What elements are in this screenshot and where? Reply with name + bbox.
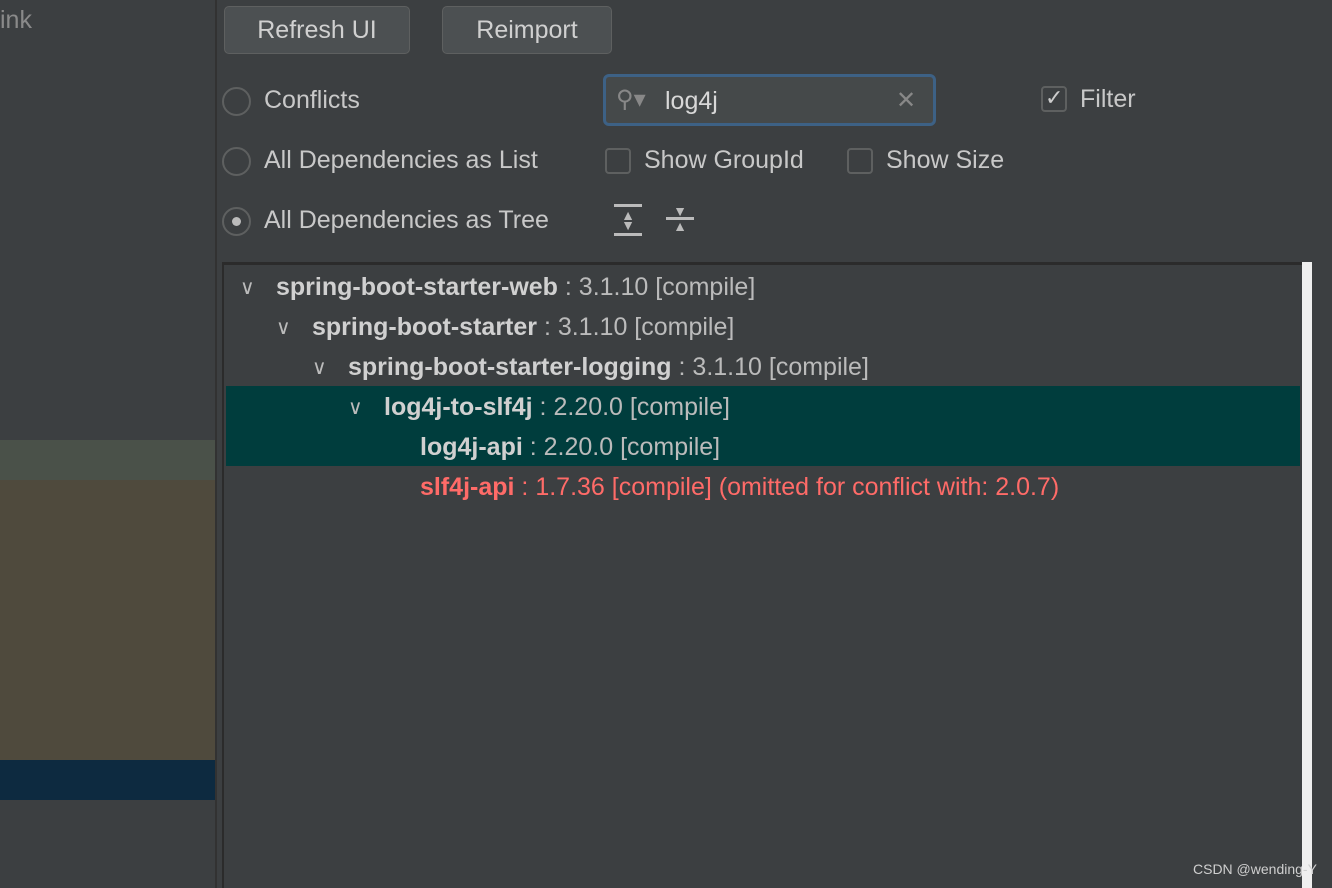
artifact-name: spring-boot-starter-web xyxy=(276,272,558,301)
highlight-band xyxy=(0,440,215,480)
collapse-all-icon[interactable]: ▼ ▲ xyxy=(666,204,694,236)
tree-row[interactable]: ∨ spring-boot-starter : 3.1.10 [compile] xyxy=(228,307,1300,347)
tree-label: All Dependencies as Tree xyxy=(264,206,549,234)
expand-all-icon[interactable]: ▲ ▼ xyxy=(614,204,642,236)
chevron-down-icon[interactable]: ∨ xyxy=(312,355,348,380)
artifact-name: slf4j-api xyxy=(420,472,515,501)
selection-band xyxy=(0,760,215,800)
search-input[interactable]: ⚲▾ log4j ✕ xyxy=(603,74,936,126)
left-panel-label: ink xyxy=(0,6,32,34)
show-size-checkbox[interactable] xyxy=(847,148,873,174)
tree-row[interactable]: ∨ log4j-to-slf4j : 2.20.0 [compile] xyxy=(228,387,1300,427)
filter-label: Filter xyxy=(1080,85,1136,113)
artifact-name: spring-boot-starter xyxy=(312,312,537,341)
search-icon[interactable]: ⚲▾ xyxy=(616,85,646,114)
artifact-detail: : 3.1.10 [compile] xyxy=(537,312,735,341)
dependency-tree[interactable]: ∨ spring-boot-starter-web : 3.1.10 [compi… xyxy=(222,262,1302,888)
filter-checkbox[interactable]: ✓ xyxy=(1041,85,1067,112)
artifact-name: log4j-to-slf4j xyxy=(384,392,533,421)
radio-list[interactable] xyxy=(222,147,251,176)
clear-icon[interactable]: ✕ xyxy=(896,86,916,115)
show-groupid-checkbox[interactable] xyxy=(605,148,631,174)
tree-row[interactable]: ∨ spring-boot-starter-logging : 3.1.10 [c… xyxy=(228,347,1300,387)
chevron-down-icon[interactable]: ∨ xyxy=(276,315,312,340)
refresh-ui-button[interactable]: Refresh UI xyxy=(224,6,410,54)
watermark: CSDN @wending-Y xyxy=(1193,861,1317,877)
artifact-detail: : 3.1.10 [compile] xyxy=(557,272,756,301)
artifact-name: log4j-api xyxy=(420,432,523,461)
artifact-detail: : 2.20.0 [compile] xyxy=(522,432,721,461)
highlight-band xyxy=(0,480,215,760)
show-groupid-label: Show GroupId xyxy=(644,146,804,174)
conflicts-label: Conflicts xyxy=(264,86,360,114)
artifact-detail: : 1.7.36 [compile] (omitted for conflict… xyxy=(514,472,1060,501)
search-value: log4j xyxy=(665,87,718,115)
tree-row[interactable]: log4j-api : 2.20.0 [compile] xyxy=(228,427,1300,467)
show-size-label: Show Size xyxy=(886,146,1005,174)
artifact-name: spring-boot-starter-logging xyxy=(348,352,672,381)
chevron-down-icon[interactable]: ∨ xyxy=(348,395,384,420)
left-panel: ink xyxy=(0,0,217,888)
artifact-detail: : 3.1.10 [compile] xyxy=(671,352,869,381)
list-label: All Dependencies as List xyxy=(264,146,538,174)
radio-tree[interactable] xyxy=(222,207,251,236)
tree-row[interactable]: slf4j-api : 1.7.36 [compile] (omitted fo… xyxy=(228,467,1300,507)
reimport-button[interactable]: Reimport xyxy=(442,6,612,54)
radio-conflicts[interactable] xyxy=(222,87,251,116)
tree-row[interactable]: ∨ spring-boot-starter-web : 3.1.10 [compi… xyxy=(228,267,1300,307)
scrollbar[interactable] xyxy=(1302,262,1312,888)
chevron-down-icon[interactable]: ∨ xyxy=(240,275,276,300)
artifact-detail: : 2.20.0 [compile] xyxy=(532,392,730,421)
check-icon: ✓ xyxy=(1045,85,1064,110)
